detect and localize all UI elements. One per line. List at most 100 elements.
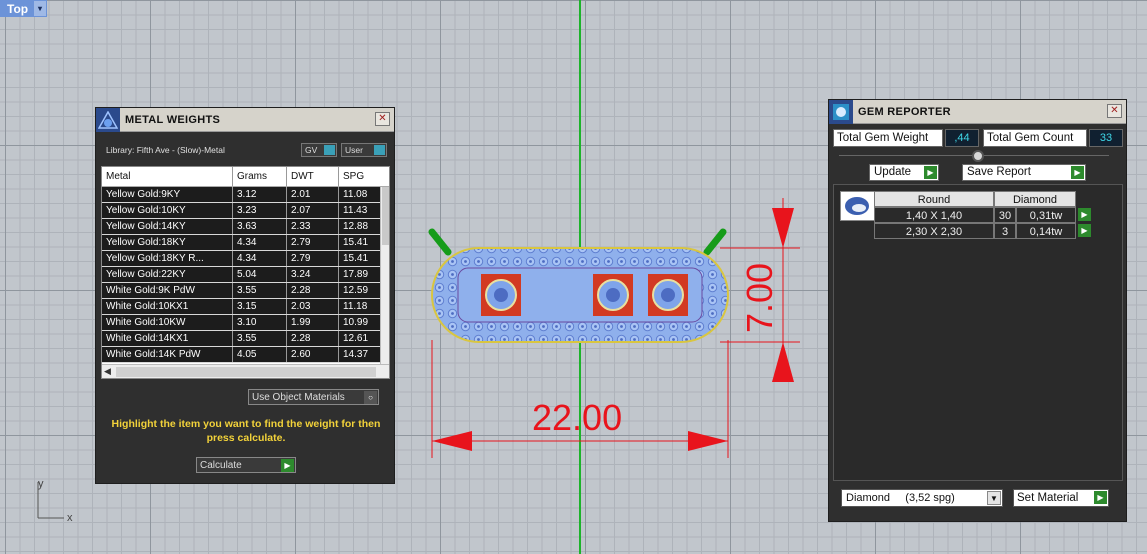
- calculate-button[interactable]: Calculate ▶: [196, 457, 296, 473]
- table-cell: 3.15: [233, 299, 287, 314]
- gem-list-area: Round Diamond 1,40 X 1,40 30 0,31tw ▶ 2,30 X…: [833, 184, 1123, 481]
- axis-x-label: x: [67, 512, 73, 523]
- metal-table-vertical-scrollbar[interactable]: [380, 187, 389, 364]
- table-cell: 2.01: [287, 187, 339, 202]
- table-row[interactable]: Yellow Gold:22KY 5.04 3.24 17.89: [102, 267, 389, 283]
- table-cell: White Gold:9K PdW: [102, 283, 233, 298]
- calculate-label: Calculate: [200, 459, 242, 471]
- scroll-left-icon[interactable]: ◀: [104, 366, 111, 377]
- gem-cell: 2,30 X 2,30: [874, 223, 994, 239]
- gem-table: Round Diamond 1,40 X 1,40 30 0,31tw ▶ 2,30 X…: [874, 191, 1098, 239]
- table-cell: 12.61: [343, 333, 369, 344]
- table-cell: 3.23: [233, 203, 287, 218]
- table-cell: 12.59: [343, 285, 369, 296]
- use-object-materials-label: Use Object Materials: [252, 391, 345, 403]
- table-cell: 3.12: [233, 187, 287, 202]
- gem-cell: 30: [994, 207, 1016, 223]
- total-gem-count-value: 33: [1089, 129, 1123, 147]
- horizontal-scroll-thumb[interactable]: [116, 367, 376, 377]
- gem-row[interactable]: 1,40 X 1,40 30 0,31tw ▶: [874, 207, 1098, 223]
- table-row[interactable]: White Gold:10KX1 3.15 2.03 11.18: [102, 299, 389, 315]
- gem-cell: 0,31tw: [1016, 207, 1076, 223]
- gem-row-go-cell[interactable]: ▶: [1076, 223, 1092, 239]
- gem-reporter-titlebar[interactable]: GEM REPORTER ✕: [829, 99, 1126, 124]
- set-material-button[interactable]: Set Material ▶: [1013, 489, 1109, 507]
- play-arrow-icon: ▶: [1094, 491, 1107, 504]
- table-row[interactable]: Yellow Gold:14KY 3.63 2.33 12.88: [102, 219, 389, 235]
- center-stone-3: [648, 274, 688, 316]
- table-row[interactable]: White Gold:10KW 3.10 1.99 10.99: [102, 315, 389, 331]
- table-cell: 4.34: [233, 235, 287, 250]
- table-cell: 11.43: [343, 205, 368, 216]
- update-button[interactable]: Update ▶: [869, 164, 939, 181]
- gv-toggle-icon: [324, 145, 335, 155]
- table-cell: 11.18: [343, 301, 368, 312]
- table-cell: 4.34: [233, 251, 287, 266]
- table-cell: White Gold:14KX1: [102, 331, 233, 346]
- gv-label: GV: [305, 145, 318, 155]
- table-cell: 15.41: [343, 237, 369, 248]
- table-row[interactable]: Yellow Gold:9KY 3.12 2.01 11.08: [102, 187, 389, 203]
- total-gem-weight-value: ,44: [945, 129, 979, 147]
- left-shank: [428, 228, 452, 256]
- metal-weights-titlebar[interactable]: METAL WEIGHTS ✕: [96, 107, 394, 132]
- table-cell: 2.03: [287, 299, 339, 314]
- table-cell: 2.28: [287, 283, 339, 298]
- user-toggle[interactable]: User: [341, 143, 387, 157]
- table-row[interactable]: White Gold:14KX1 3.55 2.28 12.61: [102, 331, 389, 347]
- metal-table-horizontal-scrollbar[interactable]: ◀: [102, 364, 389, 378]
- update-label: Update: [874, 166, 912, 178]
- gem-reporter-logo-icon: [829, 99, 853, 124]
- close-icon[interactable]: ✕: [1107, 104, 1122, 118]
- gem-row-go-cell[interactable]: ▶: [1076, 207, 1092, 223]
- table-cell: 12.88: [343, 221, 369, 232]
- gem-cell: 3: [994, 223, 1016, 239]
- col-dwt[interactable]: DWT: [287, 167, 339, 186]
- chevron-down-icon[interactable]: ▼: [987, 491, 1001, 505]
- gem-row[interactable]: 2,30 X 2,30 3 0,14tw ▶: [874, 223, 1098, 239]
- table-cell: 3.55: [233, 283, 287, 298]
- center-stone-1: [481, 274, 521, 316]
- user-toggle-icon: [374, 145, 385, 155]
- total-gem-weight-label: Total Gem Weight: [833, 129, 943, 147]
- table-row[interactable]: Yellow Gold:18KY R... 4.34 2.79 15.41: [102, 251, 389, 267]
- center-stone-2: [593, 274, 633, 316]
- viewport-name: Top: [7, 1, 29, 16]
- table-cell: 2.79: [287, 235, 339, 250]
- close-icon[interactable]: ✕: [375, 112, 390, 126]
- material-select[interactable]: Diamond (3,52 spg) ▼: [841, 489, 1003, 507]
- metal-table-header: Metal Grams DWT SPG: [102, 167, 389, 187]
- table-cell: 3.10: [233, 315, 287, 330]
- table-cell: 4.05: [233, 347, 287, 362]
- col-grams[interactable]: Grams: [233, 167, 287, 186]
- play-arrow-icon: ▶: [1071, 166, 1084, 179]
- set-material-label: Set Material: [1017, 492, 1079, 504]
- table-cell: 5.04: [233, 267, 287, 282]
- table-row[interactable]: White Gold:14K PdW 4.05 2.60 14.37: [102, 347, 389, 363]
- use-object-materials-button[interactable]: Use Object Materials ○: [248, 389, 379, 405]
- viewport-label-tab[interactable]: Top ▾: [0, 0, 47, 17]
- gem-reporter-panel: GEM REPORTER ✕ Total Gem Weight ,44 Tota…: [828, 99, 1127, 522]
- table-cell: 2.79: [287, 251, 339, 266]
- collapse-knob-icon[interactable]: [972, 150, 984, 162]
- viewport-dropdown-icon[interactable]: ▾: [34, 1, 46, 16]
- col-spg[interactable]: SPG: [339, 167, 373, 186]
- round-diamond-icon[interactable]: [840, 191, 875, 221]
- axis-y-label: y: [38, 478, 44, 490]
- col-metal[interactable]: Metal: [102, 167, 233, 186]
- gem-table-header: Round Diamond: [874, 191, 1098, 207]
- gv-toggle[interactable]: GV: [301, 143, 337, 157]
- table-row[interactable]: White Gold:9K PdW 3.55 2.28 12.59: [102, 283, 389, 299]
- library-label: Library: Fifth Ave - (Slow)-Metal: [106, 145, 225, 155]
- metal-weights-logo-icon: [96, 107, 120, 132]
- save-report-button[interactable]: Save Report ▶: [962, 164, 1086, 181]
- table-row[interactable]: Yellow Gold:10KY 3.23 2.07 11.43: [102, 203, 389, 219]
- vertical-scroll-thumb[interactable]: [382, 187, 389, 245]
- gem-reporter-title: GEM REPORTER: [858, 105, 951, 118]
- table-cell: 3.24: [287, 267, 339, 282]
- table-cell: 3.63: [233, 219, 287, 234]
- table-cell: 10.99: [343, 317, 369, 328]
- user-label: User: [345, 145, 363, 155]
- table-row[interactable]: Yellow Gold:18KY 4.34 2.79 15.41: [102, 235, 389, 251]
- ring-top-view-drawing[interactable]: 7.00 22.00: [420, 190, 820, 470]
